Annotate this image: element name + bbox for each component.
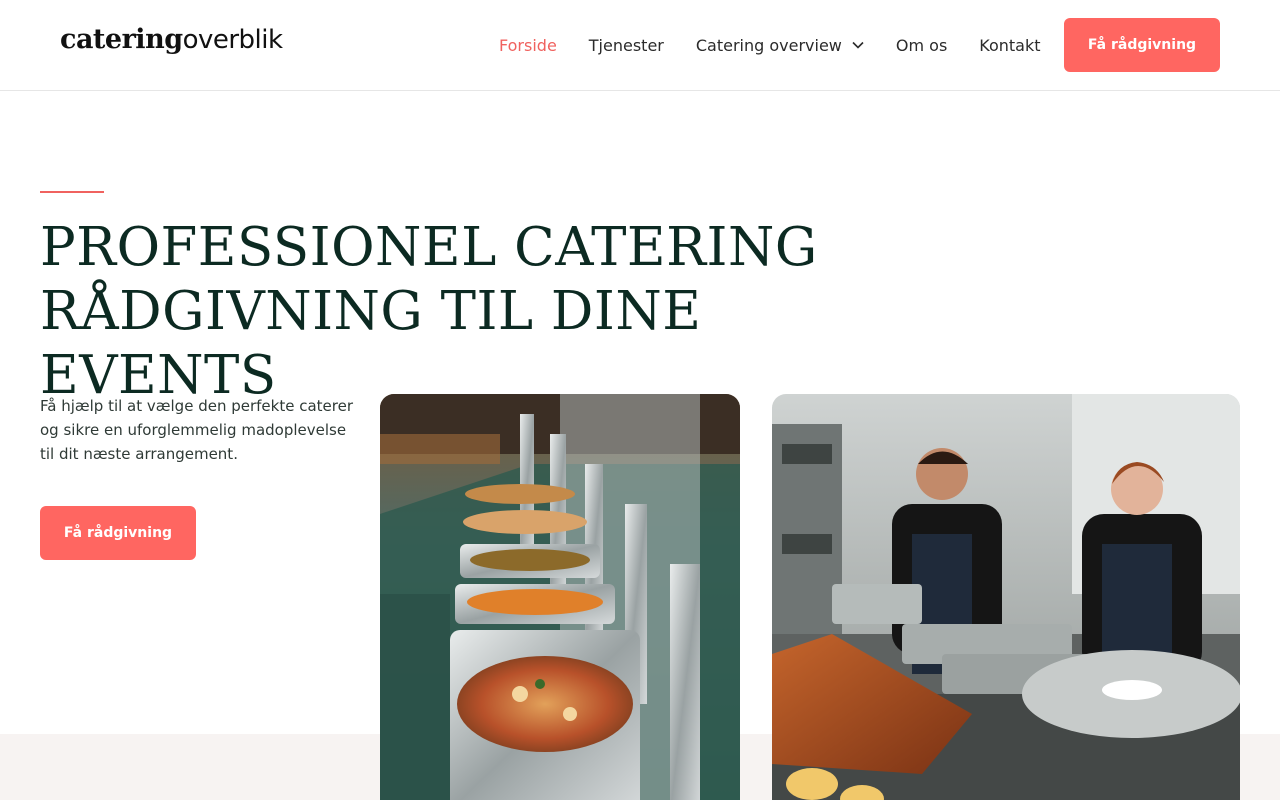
hero-subtitle: Få hjælp til at vælge den perfekte cater… xyxy=(40,397,353,463)
chevron-down-icon xyxy=(852,41,864,49)
hero-title-line-2: RÅDGIVNING TIL DINE EVENTS xyxy=(40,281,702,406)
site-logo[interactable]: catering overblik xyxy=(60,24,283,64)
chefs-in-kitchen-photo xyxy=(772,394,1240,800)
accent-divider xyxy=(40,191,104,193)
nav-item-catering-overview[interactable]: Catering overview xyxy=(696,36,864,55)
header-cta-button[interactable]: Få rådgivning xyxy=(1064,18,1220,72)
hero-title: PROFESSIONEL CATERING RÅDGIVNING TIL DIN… xyxy=(40,216,940,408)
buffet-chafing-dishes-photo xyxy=(380,394,740,800)
hero-cta-button[interactable]: Få rådgivning xyxy=(40,506,196,560)
nav-item-catering-overview-label: Catering overview xyxy=(695,35,842,55)
nav-item-forside[interactable]: Forside xyxy=(499,36,557,55)
logo-text-overblik: overblik xyxy=(182,25,284,55)
hero-title-line-1: PROFESSIONEL CATERING xyxy=(40,217,818,278)
nav-item-om-os[interactable]: Om os xyxy=(896,36,947,55)
site-header: catering overblik Forside Tjenester Cater… xyxy=(0,0,1280,91)
main-nav: Forside Tjenester Catering overview Om o… xyxy=(499,0,1073,90)
nav-item-kontakt[interactable]: Kontakt xyxy=(979,36,1040,55)
nav-item-tjenester[interactable]: Tjenester xyxy=(589,36,664,55)
logo-text-catering: catering xyxy=(60,24,183,55)
